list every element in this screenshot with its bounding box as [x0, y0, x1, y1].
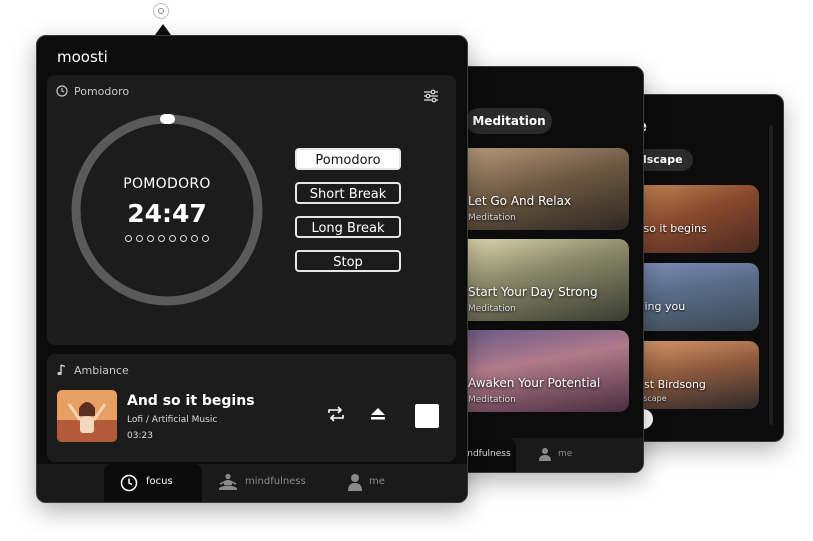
- pomodoro-panel: Pomodoro POMODORO 24:47 Pomodoro Short B…: [47, 75, 456, 345]
- pomodoro-section-label: Pomodoro: [74, 85, 130, 98]
- card-subtitle: Meditation: [468, 304, 516, 314]
- session-dot: [125, 235, 132, 242]
- tab-label[interactable]: mindfulness: [245, 476, 306, 487]
- meditation-icon[interactable]: [217, 473, 239, 491]
- tab-label[interactable]: me: [369, 476, 385, 487]
- card-subtitle: Meditation: [468, 395, 516, 405]
- tab-me[interactable]: me: [538, 447, 572, 461]
- menubar-icon[interactable]: [153, 3, 169, 19]
- ambiance-section-label: Ambiance: [74, 364, 129, 377]
- card-title: Let Go And Relax: [468, 194, 572, 208]
- timer-mode-title: POMODORO: [123, 176, 211, 192]
- track-artist: Lofi / Artificial Music: [127, 415, 218, 425]
- session-dot: [191, 235, 198, 242]
- person-icon[interactable]: [347, 473, 363, 491]
- track-title: And so it begins: [127, 393, 255, 409]
- scrollbar[interactable]: [769, 125, 773, 425]
- person-icon: [539, 448, 551, 461]
- focus-window: moosti Pomodoro POMODORO 24:47 Pomodoro …: [36, 35, 468, 503]
- music-note-icon: [57, 364, 66, 376]
- eject-icon[interactable]: [370, 407, 386, 421]
- tab-label: me: [558, 449, 573, 459]
- settings-sliders-icon[interactable]: [423, 89, 439, 103]
- card-title: Start Your Day Strong: [468, 285, 598, 299]
- session-dot: [169, 235, 176, 242]
- timer-ring-handle: [160, 114, 175, 124]
- ambiance-panel: Ambiance And so it begins Lofi / Artific…: [47, 354, 456, 462]
- tab-label: focus: [146, 476, 173, 487]
- clock-icon: [120, 474, 138, 492]
- timer-countdown: 24:47: [127, 199, 207, 228]
- meditation-card-2[interactable]: Start Your Day Strong Meditation: [458, 239, 629, 321]
- bottom-tabbar: focus mindfulness me: [37, 464, 467, 502]
- card-subtitle: Meditation: [468, 213, 516, 223]
- meditation-card-1[interactable]: Let Go And Relax Meditation: [458, 148, 629, 230]
- pomodoro-mode-button[interactable]: Pomodoro: [295, 148, 401, 170]
- card-title: d so it begins: [633, 222, 707, 235]
- category-pill-meditation[interactable]: Meditation: [466, 108, 552, 134]
- session-dot: [158, 235, 165, 242]
- clock-icon: [56, 85, 68, 97]
- card-title: Awaken Your Potential: [468, 376, 601, 390]
- repeat-icon[interactable]: [326, 405, 346, 423]
- session-dot: [180, 235, 187, 242]
- mid-tabbar: mindfulness me: [446, 438, 643, 472]
- popover-caret: [155, 24, 171, 35]
- stop-icon[interactable]: [415, 404, 439, 428]
- meditation-card-3[interactable]: Awaken Your Potential Meditation: [458, 330, 629, 412]
- session-dot: [202, 235, 209, 242]
- mindfulness-window: Meditation Let Go And Relax Meditation S…: [445, 66, 644, 473]
- album-art: [57, 390, 117, 442]
- session-dots: [69, 235, 265, 242]
- session-dot: [147, 235, 154, 242]
- tab-focus[interactable]: focus: [104, 464, 202, 502]
- stop-button[interactable]: Stop: [295, 250, 401, 272]
- track-time: 03:23: [127, 431, 153, 441]
- long-break-button[interactable]: Long Break: [295, 216, 401, 238]
- session-dot: [136, 235, 143, 242]
- app-name: moosti: [57, 48, 108, 66]
- short-break-button[interactable]: Short Break: [295, 182, 401, 204]
